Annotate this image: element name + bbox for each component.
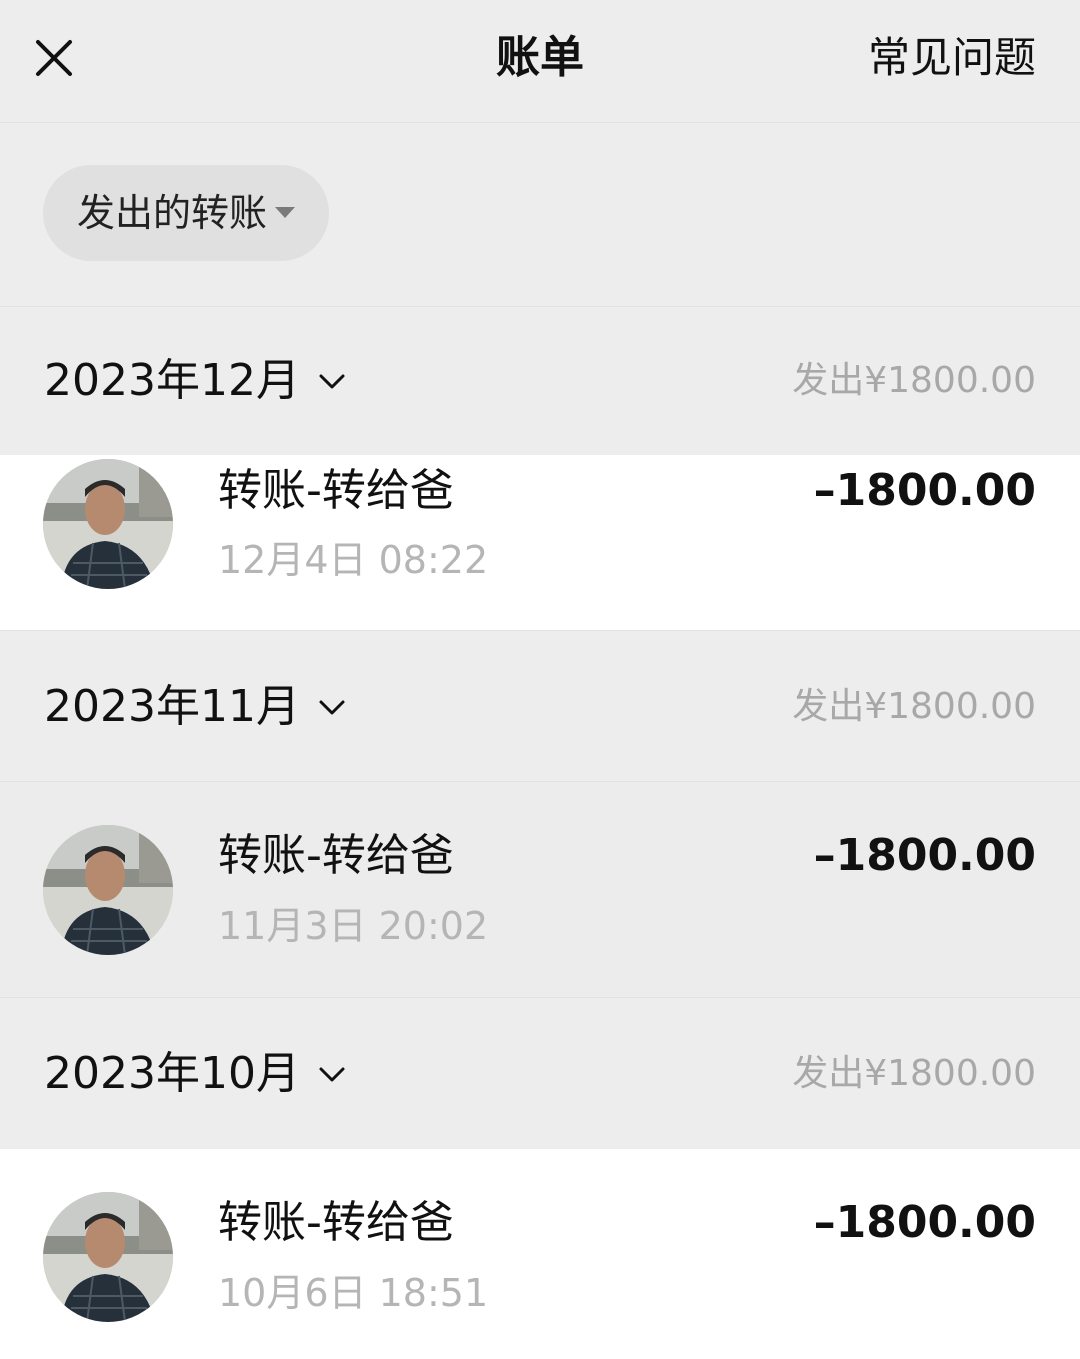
transfer-filter-button[interactable]: 发出的转账 — [43, 165, 329, 261]
transaction-time: 10月6日 18:51 — [218, 1271, 489, 1315]
transaction-row[interactable]: 转账-转给爸 11月3日 20:02 –1800.00 — [0, 782, 1080, 996]
transaction-amount: –1800.00 — [813, 830, 1036, 881]
transaction-title: 转账-转给爸 — [218, 830, 454, 881]
transaction-row[interactable]: 转账-转给爸 12月4日 08:22 –1800.00 — [0, 455, 1080, 630]
avatar — [43, 825, 173, 955]
transaction-title: 转账-转给爸 — [218, 1197, 454, 1248]
chevron-down-icon — [319, 700, 345, 715]
transaction-row[interactable]: 转账-转给爸 10月6日 18:51 –1800.00 — [0, 1149, 1080, 1359]
month-total: 发出¥1800.00 — [792, 686, 1036, 727]
month-label: 2023年12月 — [44, 355, 300, 406]
month-header-october: 2023年10月 发出¥1800.00 — [0, 1000, 1080, 1148]
faq-link[interactable]: 常见问题 — [868, 30, 1036, 86]
avatar — [43, 459, 173, 589]
divider — [0, 630, 1080, 631]
month-total: 发出¥1800.00 — [792, 1053, 1036, 1094]
divider — [0, 997, 1080, 998]
month-label: 2023年11月 — [44, 681, 300, 732]
month-header-november: 2023年11月 发出¥1800.00 — [0, 633, 1080, 781]
transaction-amount: –1800.00 — [813, 465, 1036, 516]
transaction-amount: –1800.00 — [813, 1197, 1036, 1248]
filter-label: 发出的转账 — [77, 191, 268, 235]
avatar — [43, 1192, 173, 1322]
month-total: 发出¥1800.00 — [792, 360, 1036, 401]
caret-down-icon — [275, 207, 295, 218]
month-selector[interactable]: 2023年12月 — [44, 307, 348, 455]
month-selector[interactable]: 2023年10月 — [44, 1000, 348, 1148]
transaction-time: 12月4日 08:22 — [218, 538, 489, 582]
chevron-down-icon — [319, 374, 345, 389]
transaction-title: 转账-转给爸 — [218, 465, 454, 516]
month-label: 2023年10月 — [44, 1048, 300, 1099]
top-bar: 账单 常见问题 — [0, 0, 1080, 123]
month-header-december: 2023年12月 发出¥1800.00 — [0, 307, 1080, 455]
filter-bar: 发出的转账 — [0, 123, 1080, 307]
transaction-time: 11月3日 20:02 — [218, 904, 489, 948]
chevron-down-icon — [319, 1067, 345, 1082]
month-selector[interactable]: 2023年11月 — [44, 633, 348, 781]
